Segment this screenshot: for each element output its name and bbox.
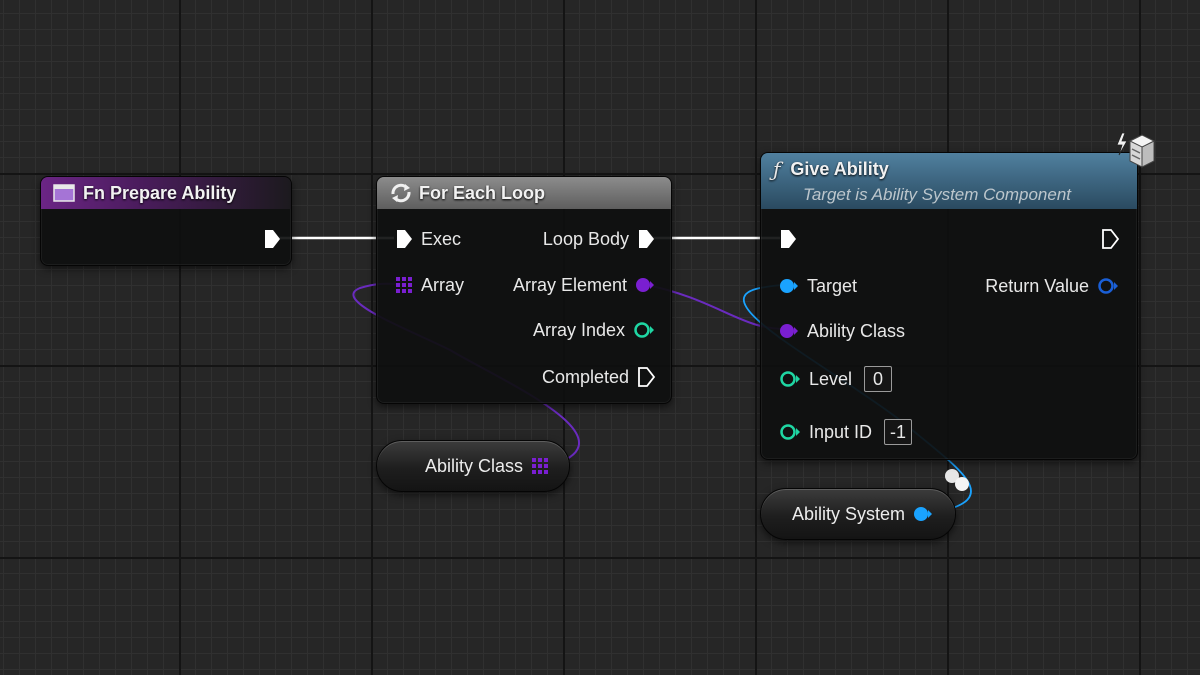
array-index-label: Array Index	[532, 319, 625, 340]
ability-system-variable-node[interactable]: Ability System	[760, 488, 956, 540]
target-label: Target	[807, 275, 858, 296]
exec-out-pin[interactable]	[263, 229, 281, 249]
exec-label: Exec	[421, 228, 462, 249]
for-each-loop-title: For Each Loop	[419, 182, 545, 203]
loop-macro-icon	[389, 182, 413, 204]
give-ability-header[interactable]: ƒ Give Ability Target is Ability System …	[761, 153, 1137, 209]
give-ability-class-row[interactable]: Ability Class	[779, 319, 913, 343]
object-ref-pin[interactable]	[779, 277, 799, 295]
array-grid-pin[interactable]	[531, 457, 549, 475]
for-each-array-in-row[interactable]: Array	[395, 273, 472, 297]
array-element-label: Array Element	[512, 274, 627, 295]
fn-prepare-ability-title: Fn Prepare Ability	[83, 182, 237, 203]
give-ability-return-value-row[interactable]: Return Value	[977, 274, 1119, 298]
for-each-loop-header[interactable]: For Each Loop	[377, 177, 671, 209]
class-ref-pin[interactable]	[635, 276, 655, 294]
give-ability-title: Give Ability	[790, 158, 889, 179]
level-label: Level	[809, 368, 853, 389]
give-ability-exec-in-row[interactable]	[779, 227, 797, 251]
class-ref-pin[interactable]	[779, 322, 799, 340]
loop-body-label: Loop Body	[542, 228, 629, 249]
fn-prepare-ability-node[interactable]: Fn Prepare Ability	[40, 176, 292, 266]
exec-in-pin[interactable]	[779, 229, 797, 249]
reroute-knot-2[interactable]	[955, 477, 969, 491]
for-each-completed-row[interactable]: Completed	[534, 365, 656, 389]
ability-class-variable-node[interactable]: Ability Class	[376, 440, 570, 492]
for-each-loop-body-row[interactable]: Loop Body	[535, 227, 655, 251]
ability-system-variable-label: Ability System	[791, 503, 905, 524]
for-each-exec-in-row[interactable]: Exec	[395, 227, 469, 251]
object-ref-pin[interactable]	[913, 505, 933, 523]
fn-prepare-ability-header[interactable]: Fn Prepare Ability	[41, 177, 291, 209]
input-id-label: Input ID	[809, 421, 873, 442]
exec-out-hollow-pin[interactable]	[1101, 229, 1120, 249]
for-each-array-index-row[interactable]: Array Index	[525, 318, 655, 342]
give-ability-input-id-row[interactable]: Input ID -1	[779, 419, 913, 445]
input-id-value-input[interactable]: -1	[884, 419, 913, 445]
struct-out-pin[interactable]	[1097, 277, 1119, 295]
exec-out-pin[interactable]	[637, 229, 655, 249]
function-graph-icon	[53, 184, 75, 202]
function-f-icon: ƒ	[773, 157, 781, 181]
exec-out-hollow-pin[interactable]	[637, 367, 656, 387]
ability-class-label: Ability Class	[807, 320, 906, 341]
return-value-label: Return Value	[985, 275, 1089, 296]
exec-in-pin[interactable]	[395, 229, 413, 249]
for-each-loop-node[interactable]: For Each Loop Exec Array Loop Body Array…	[376, 176, 672, 404]
give-ability-subtitle: Target is Ability System Component	[803, 185, 1072, 204]
completed-label: Completed	[541, 366, 629, 387]
give-ability-node[interactable]: ƒ Give Ability Target is Ability System …	[760, 152, 1138, 460]
reroute-knot[interactable]	[945, 469, 959, 483]
integer-pin[interactable]	[779, 423, 801, 441]
give-ability-exec-out-row[interactable]	[1101, 227, 1120, 251]
fn-prepare-exec-out-row[interactable]	[263, 227, 281, 251]
level-value-input[interactable]: 0	[864, 366, 893, 392]
ability-class-variable-label: Ability Class	[424, 455, 523, 476]
integer-pin[interactable]	[779, 370, 801, 388]
array-grid-pin[interactable]	[395, 276, 413, 294]
give-ability-level-row[interactable]: Level 0	[779, 366, 893, 392]
array-label: Array	[421, 274, 465, 295]
for-each-array-element-row[interactable]: Array Element	[505, 273, 655, 297]
give-ability-target-row[interactable]: Target	[779, 274, 865, 298]
integer-pin[interactable]	[633, 321, 655, 339]
server-authority-icon	[1114, 131, 1156, 171]
